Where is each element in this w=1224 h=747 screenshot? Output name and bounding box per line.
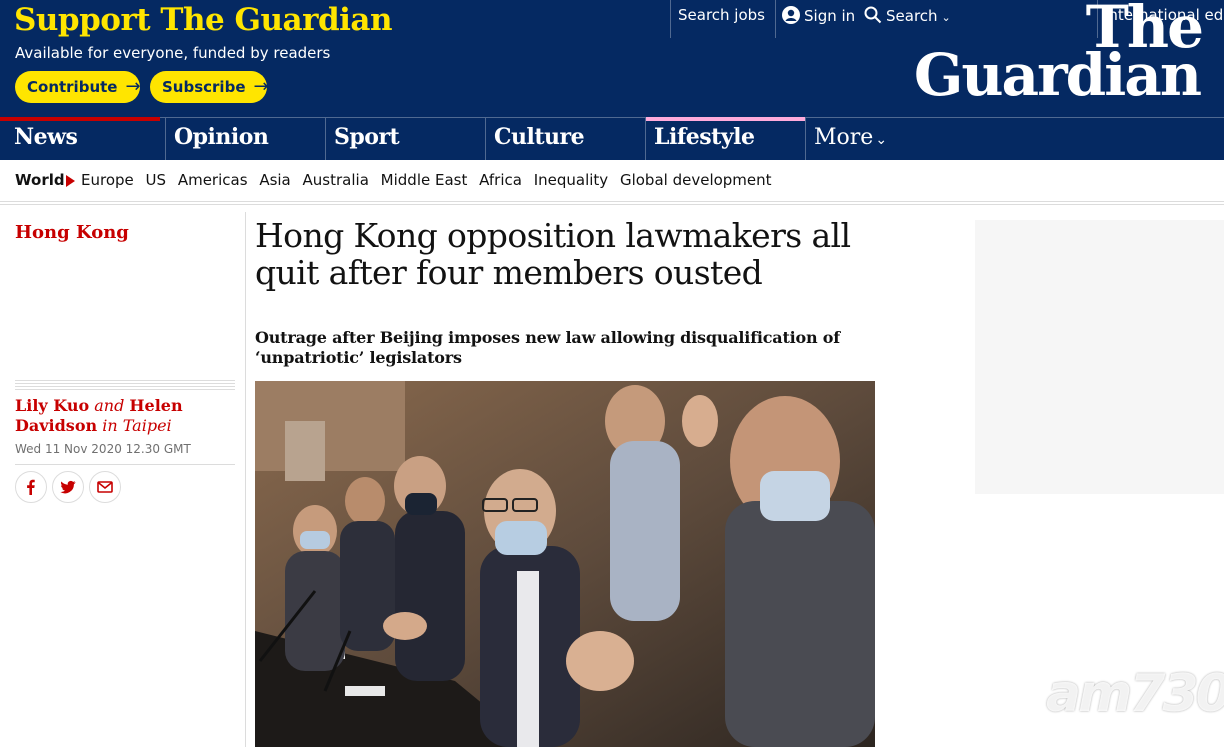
more-label: More — [814, 125, 874, 150]
share-facebook-button[interactable] — [15, 471, 47, 503]
user-icon — [782, 6, 800, 24]
subnav-items: Europe US Americas Asia Australia Middle… — [81, 171, 779, 189]
am730-watermark: am730 — [1046, 664, 1224, 724]
pillar-label: News — [14, 124, 78, 150]
subscribe-button[interactable]: Subscribe → — [150, 71, 269, 103]
pillar-indicator — [0, 117, 160, 121]
lawmakers-photo — [255, 381, 875, 747]
pillar-indicator — [646, 117, 805, 121]
subnav-item-africa[interactable]: Africa — [479, 171, 522, 189]
chevron-down-icon: ⌄ — [941, 11, 951, 24]
pillar-label: Sport — [334, 124, 400, 150]
chevron-down-icon: ⌄ — [875, 132, 888, 148]
subnav-item-americas[interactable]: Americas — [178, 171, 248, 189]
divider — [775, 0, 776, 38]
search-label: Search — [886, 7, 938, 25]
subnav-item-inequality[interactable]: Inequality — [534, 171, 608, 189]
byline: Lily Kuo and Helen Davidson in Taipei — [15, 396, 240, 436]
divider — [805, 118, 806, 160]
section-label[interactable]: Hong Kong — [15, 222, 129, 243]
contribute-label: Contribute — [27, 78, 118, 96]
search-link[interactable]: Search ⌄ — [864, 6, 951, 25]
site-header: Support The Guardian Available for every… — [0, 0, 1224, 117]
subscribe-label: Subscribe — [162, 78, 246, 96]
pillar-label: Culture — [494, 124, 585, 150]
sign-in-label: Sign in — [804, 7, 856, 25]
search-jobs-link[interactable]: Search jobs — [678, 6, 765, 24]
facebook-icon — [27, 479, 35, 495]
pillar-label: Opinion — [174, 124, 269, 150]
share-twitter-button[interactable] — [52, 471, 84, 503]
byline-location: Taipei — [122, 416, 172, 435]
pillar-opinion[interactable]: Opinion — [165, 118, 325, 160]
byline-in: in — [102, 416, 118, 435]
support-subtitle: Available for everyone, funded by reader… — [15, 44, 331, 62]
subnav-item-global-development[interactable]: Global development — [620, 171, 772, 189]
author-link[interactable]: Lily Kuo — [15, 396, 89, 415]
email-icon — [97, 481, 113, 493]
article-standfirst: Outrage after Beijing imposes new law al… — [255, 328, 840, 367]
logo-line-2: Guardian — [913, 41, 1202, 109]
sub-navigation: World Europe US Americas Asia Australia … — [0, 159, 1224, 202]
arrow-right-icon: → — [125, 76, 141, 97]
advertisement-slot — [975, 220, 1224, 494]
subnav-item-us[interactable]: US — [146, 171, 167, 189]
divider — [15, 464, 235, 465]
divider — [670, 0, 671, 38]
pillar-sport[interactable]: Sport — [325, 118, 485, 160]
publish-date: Wed 11 Nov 2020 12.30 GMT — [15, 442, 191, 456]
pillar-nav: News Opinion Sport Culture Lifestyle Mor… — [0, 117, 1224, 160]
subnav-current[interactable]: World — [15, 171, 65, 189]
pillar-culture[interactable]: Culture — [485, 118, 645, 160]
support-title: Support The Guardian — [14, 2, 393, 38]
more-menu[interactable]: More ⌄ — [814, 125, 887, 150]
divider — [0, 204, 1224, 205]
dotted-rule — [15, 380, 235, 391]
article-headline: Hong Kong opposition lawmakers all quit … — [255, 216, 851, 292]
pillar-news[interactable]: News — [0, 117, 160, 160]
contribute-button[interactable]: Contribute → — [15, 71, 141, 103]
subnav-item-australia[interactable]: Australia — [303, 171, 369, 189]
subnav-item-asia[interactable]: Asia — [259, 171, 290, 189]
share-email-button[interactable] — [89, 471, 121, 503]
pillar-lifestyle[interactable]: Lifestyle — [645, 117, 805, 160]
byline-and: and — [94, 396, 125, 415]
arrow-right-icon: → — [253, 76, 269, 97]
twitter-icon — [60, 480, 76, 494]
subnav-item-middle-east[interactable]: Middle East — [381, 171, 468, 189]
article-main-image — [255, 381, 875, 747]
column-divider — [245, 212, 246, 747]
pillar-label: Lifestyle — [654, 124, 755, 150]
subnav-item-europe[interactable]: Europe — [81, 171, 134, 189]
triangle-right-icon — [66, 175, 75, 187]
search-icon — [864, 6, 882, 24]
sign-in-link[interactable]: Sign in — [782, 6, 855, 25]
